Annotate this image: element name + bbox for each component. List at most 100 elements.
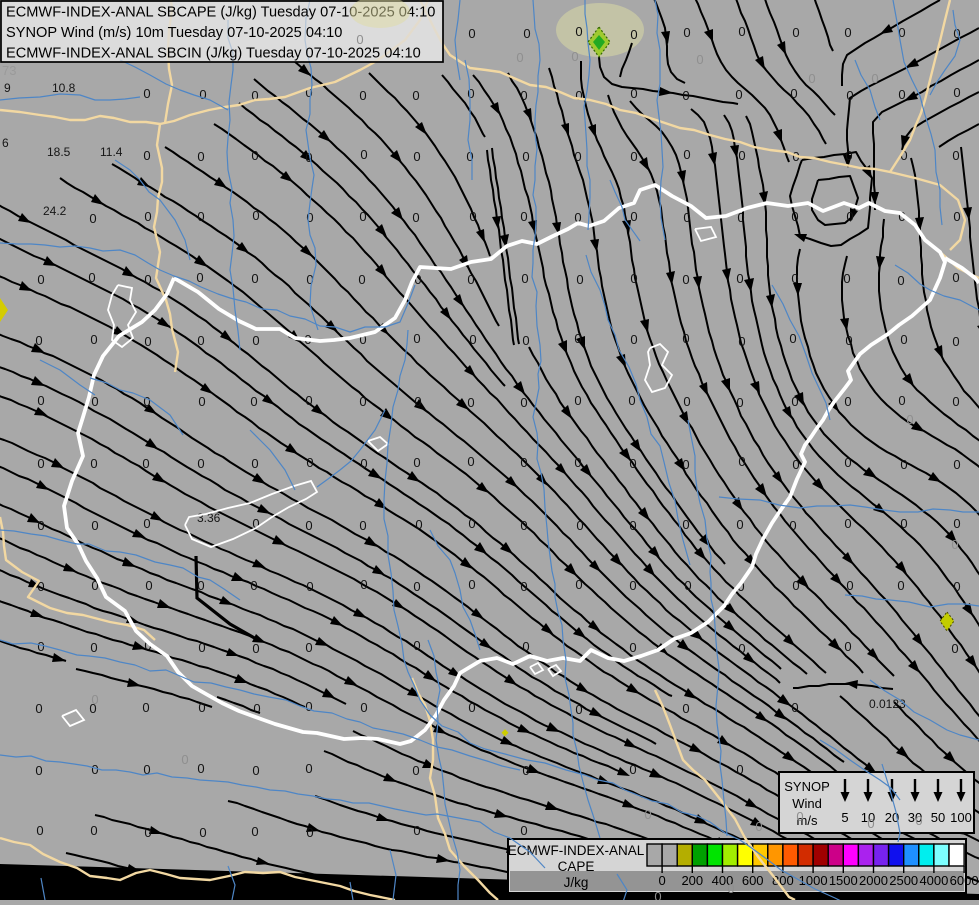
svg-text:0: 0 — [575, 24, 582, 39]
svg-text:0: 0 — [37, 272, 44, 287]
svg-text:0: 0 — [253, 701, 260, 716]
svg-text:0: 0 — [951, 537, 958, 552]
svg-text:0: 0 — [682, 331, 689, 346]
svg-text:5: 5 — [841, 810, 848, 825]
svg-text:0: 0 — [252, 641, 259, 656]
svg-text:0: 0 — [792, 457, 799, 472]
svg-text:0: 0 — [683, 25, 690, 40]
svg-text:0: 0 — [198, 394, 205, 409]
svg-text:0: 0 — [520, 455, 527, 470]
svg-text:0: 0 — [90, 332, 97, 347]
svg-text:0: 0 — [792, 25, 799, 40]
svg-text:0: 0 — [683, 147, 690, 162]
svg-text:0: 0 — [356, 32, 363, 47]
svg-text:0: 0 — [360, 456, 367, 471]
svg-text:0: 0 — [181, 752, 188, 767]
svg-text:0: 0 — [629, 762, 636, 777]
svg-text:0: 0 — [846, 88, 853, 103]
svg-text:0: 0 — [143, 148, 150, 163]
svg-text:0: 0 — [629, 578, 636, 593]
svg-text:0: 0 — [413, 455, 420, 470]
svg-text:0: 0 — [735, 87, 742, 102]
svg-text:0: 0 — [900, 516, 907, 531]
svg-text:0: 0 — [412, 763, 419, 778]
svg-text:0: 0 — [791, 700, 798, 715]
svg-text:0: 0 — [467, 454, 474, 469]
svg-text:0: 0 — [359, 394, 366, 409]
svg-text:J/kg: J/kg — [564, 875, 589, 890]
svg-text:0: 0 — [37, 393, 44, 408]
svg-text:0: 0 — [467, 395, 474, 410]
svg-text:ECMWF-INDEX-ANAL SBCIN (J/kg): ECMWF-INDEX-ANAL SBCIN (J/kg) Tuesday 07… — [6, 46, 421, 62]
svg-text:0: 0 — [867, 816, 874, 831]
svg-text:0: 0 — [682, 517, 689, 532]
svg-text:0: 0 — [414, 394, 421, 409]
svg-text:0: 0 — [696, 52, 703, 67]
svg-text:0: 0 — [574, 331, 581, 346]
svg-text:CAPE: CAPE — [558, 859, 595, 874]
svg-text:0: 0 — [630, 332, 637, 347]
svg-text:0: 0 — [952, 334, 959, 349]
svg-text:0: 0 — [628, 393, 635, 408]
svg-text:0: 0 — [845, 148, 852, 163]
svg-text:0: 0 — [844, 639, 851, 654]
svg-text:0: 0 — [682, 88, 689, 103]
svg-text:73: 73 — [2, 63, 16, 78]
svg-text:0: 0 — [468, 26, 475, 41]
svg-text:0: 0 — [915, 813, 922, 828]
svg-text:50: 50 — [931, 810, 945, 825]
svg-text:0: 0 — [91, 692, 98, 707]
svg-text:0: 0 — [88, 270, 95, 285]
svg-text:0: 0 — [305, 699, 312, 714]
svg-text:0: 0 — [468, 516, 475, 531]
svg-text:11.4: 11.4 — [100, 145, 123, 159]
svg-text:6000: 6000 — [950, 873, 979, 888]
svg-text:1500: 1500 — [829, 873, 858, 888]
svg-text:0: 0 — [198, 640, 205, 655]
svg-text:0: 0 — [91, 762, 98, 777]
svg-text:0: 0 — [199, 87, 206, 102]
svg-text:0.0123: 0.0123 — [869, 697, 906, 711]
svg-text:0: 0 — [144, 334, 151, 349]
svg-text:0: 0 — [142, 456, 149, 471]
svg-text:0: 0 — [683, 394, 690, 409]
svg-text:0: 0 — [738, 148, 745, 163]
svg-text:0: 0 — [91, 518, 98, 533]
svg-text:0: 0 — [576, 518, 583, 533]
svg-text:0: 0 — [808, 71, 815, 86]
svg-text:4000: 4000 — [919, 873, 948, 888]
svg-text:0: 0 — [90, 823, 97, 838]
svg-text:0: 0 — [520, 209, 527, 224]
svg-text:0: 0 — [575, 88, 582, 103]
svg-text:0: 0 — [305, 761, 312, 776]
svg-text:0: 0 — [521, 271, 528, 286]
svg-text:0: 0 — [143, 86, 150, 101]
svg-text:0: 0 — [844, 25, 851, 40]
svg-text:0: 0 — [900, 332, 907, 347]
svg-text:0: 0 — [35, 701, 42, 716]
svg-text:0: 0 — [844, 455, 851, 470]
svg-text:24.2: 24.2 — [43, 204, 67, 218]
svg-text:0: 0 — [467, 86, 474, 101]
svg-text:0: 0 — [197, 761, 204, 776]
svg-text:0: 0 — [630, 271, 637, 286]
svg-text:0: 0 — [790, 86, 797, 101]
svg-text:0: 0 — [736, 517, 743, 532]
svg-text:0: 0 — [727, 881, 734, 896]
svg-text:0: 0 — [143, 394, 150, 409]
svg-text:0: 0 — [522, 639, 529, 654]
svg-text:0: 0 — [520, 579, 527, 594]
svg-text:0: 0 — [906, 412, 913, 427]
svg-text:0: 0 — [305, 640, 312, 655]
svg-text:0: 0 — [306, 455, 313, 470]
svg-text:0: 0 — [953, 516, 960, 531]
svg-text:0: 0 — [358, 272, 365, 287]
svg-text:0: 0 — [413, 331, 420, 346]
svg-text:0: 0 — [199, 825, 206, 840]
svg-text:0: 0 — [305, 518, 312, 533]
svg-text:0: 0 — [90, 640, 97, 655]
svg-text:0: 0 — [900, 457, 907, 472]
svg-text:0: 0 — [196, 270, 203, 285]
svg-text:SYNOP Wind (m/s) 10m Tuesday 0: SYNOP Wind (m/s) 10m Tuesday 07-10-2025 … — [6, 25, 342, 41]
svg-text:0: 0 — [360, 700, 367, 715]
